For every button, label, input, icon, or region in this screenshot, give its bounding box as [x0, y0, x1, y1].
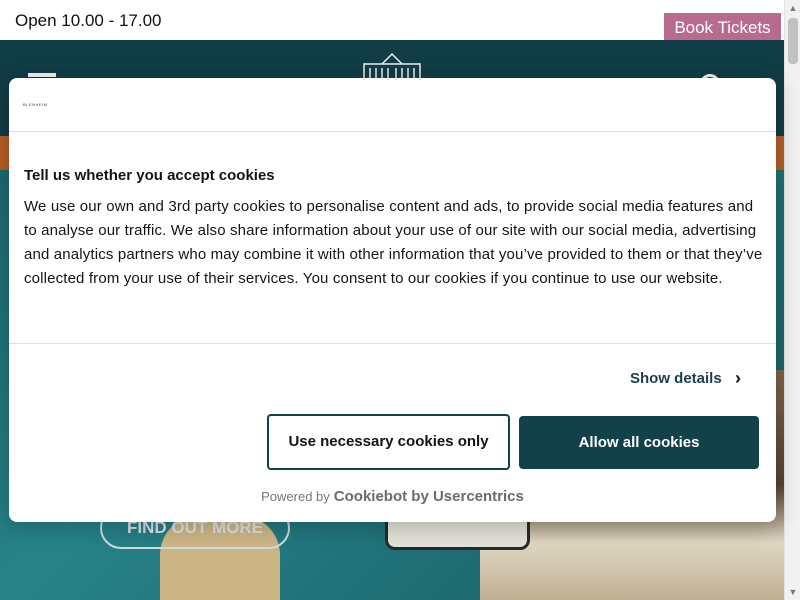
scroll-down-arrow-icon[interactable]: ▼ — [785, 584, 800, 600]
dialog-title: Tell us whether you accept cookies — [24, 167, 275, 184]
page-scrollbar[interactable]: ▲ ▼ — [784, 0, 800, 600]
book-tickets-button[interactable]: Book Tickets — [664, 13, 781, 43]
scroll-up-arrow-icon[interactable]: ▲ — [785, 0, 800, 16]
powered-by-footer: Powered by Cookiebot by Usercentrics — [9, 488, 776, 505]
cookiebot-brand-link[interactable]: Cookiebot by Usercentrics — [334, 488, 524, 505]
dialog-divider-top — [9, 131, 776, 132]
necessary-cookies-button[interactable]: Use necessary cookies only — [267, 414, 510, 470]
dialog-body-text: We use our own and 3rd party cookies to … — [24, 198, 763, 287]
chevron-right-icon[interactable]: › — [735, 368, 741, 389]
dialog-logo: BLENHEIM — [23, 102, 48, 107]
scrollbar-thumb[interactable] — [788, 18, 798, 64]
allow-all-cookies-button[interactable]: Allow all cookies — [519, 416, 759, 469]
opening-hours: Open 10.00 - 17.00 — [15, 11, 162, 30]
top-info-bar: Open 10.00 - 17.00 Book Tickets — [0, 0, 784, 43]
powered-by-label: Powered by — [261, 489, 330, 504]
dialog-divider-middle — [9, 343, 776, 344]
show-details-link[interactable]: Show details — [630, 370, 722, 387]
cookie-consent-dialog: BLENHEIM Tell us whether you accept cook… — [9, 78, 776, 522]
